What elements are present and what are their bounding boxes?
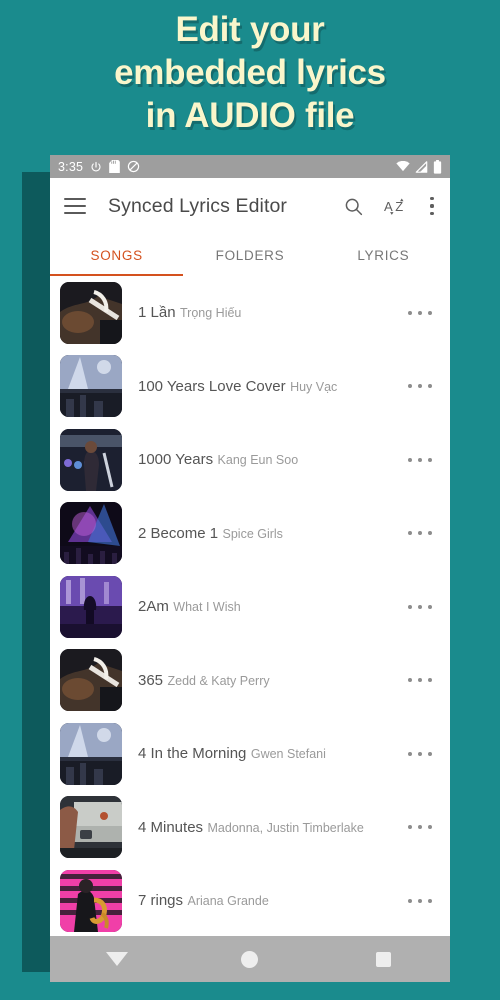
song-artist: Zedd & Katy Perry [167, 673, 270, 688]
album-art-thumbnail [60, 281, 122, 344]
wifi-icon [396, 160, 410, 172]
song-overflow-icon[interactable] [408, 457, 432, 462]
song-overflow-icon[interactable] [408, 604, 432, 609]
song-info: 2Am What I Wish [122, 597, 408, 616]
song-title: 100 Years Love Cover [138, 377, 286, 395]
list-item[interactable]: 4 In the Morning Gwen Stefani [50, 717, 450, 791]
song-overflow-icon[interactable] [408, 531, 432, 536]
song-overflow-icon[interactable] [408, 678, 432, 683]
list-item[interactable]: 2Am What I Wish [50, 570, 450, 644]
headline-line-1: Edit your [175, 10, 325, 49]
list-item[interactable]: 4 Minutes Madonna, Justin Timberlake [50, 791, 450, 865]
tab-songs-label: SONGS [90, 247, 143, 263]
phone-screen: 3:35 Synced Lyrics Editor A Z SONGS FOLD… [50, 155, 450, 982]
recents-button[interactable] [317, 951, 450, 967]
album-art-thumbnail [60, 722, 122, 785]
song-title: 4 In the Morning [138, 745, 247, 763]
list-item[interactable]: 2 Become 1 Spice Girls [50, 497, 450, 571]
song-info: 365 Zedd & Katy Perry [122, 671, 408, 690]
album-art-thumbnail [60, 796, 122, 859]
song-overflow-icon[interactable] [408, 898, 432, 903]
page-title: Synced Lyrics Editor [108, 194, 288, 217]
song-info: 2 Become 1 Spice Girls [122, 524, 408, 543]
recents-square-icon [375, 951, 391, 967]
tab-folders-label: FOLDERS [215, 247, 285, 263]
tab-lyrics-label: LYRICS [357, 247, 410, 263]
song-artist: Ariana Grande [187, 894, 269, 909]
hamburger-menu-icon[interactable] [64, 198, 86, 214]
status-bar-clock: 3:35 [58, 159, 84, 174]
power-icon [90, 161, 102, 173]
song-title: 2 Become 1 [138, 524, 219, 542]
promo-headline: Edit your embedded lyrics in AUDIO file [0, 8, 500, 137]
battery-icon [433, 159, 442, 174]
list-item[interactable]: 7 rings Ariana Grande [50, 864, 450, 938]
back-button[interactable] [50, 952, 183, 966]
song-info: 4 Minutes Madonna, Justin Timberlake [122, 818, 408, 837]
search-icon[interactable] [343, 196, 364, 217]
sd-card-icon [109, 160, 120, 173]
tab-bar: SONGS FOLDERS LYRICS [50, 234, 450, 276]
promo-screenshot: Edit your embedded lyrics in AUDIO file … [0, 0, 500, 1000]
home-circle-icon [241, 950, 259, 968]
song-title: 7 rings [138, 892, 184, 910]
song-list: 1 Lần Trọng Hiếu 100 Years Love Cover Hu… [50, 276, 450, 938]
list-item[interactable]: 1 Lần Trọng Hiếu [50, 276, 450, 350]
song-artist: Huy Vạc [290, 379, 338, 394]
status-bar: 3:35 [50, 155, 450, 178]
svg-text:A: A [384, 199, 393, 214]
song-overflow-icon[interactable] [408, 384, 432, 389]
status-bar-right-icons [396, 159, 442, 174]
list-item[interactable]: 1000 Years Kang Eun Soo [50, 423, 450, 497]
app-bar-actions: A Z [343, 195, 436, 217]
sort-az-icon[interactable]: A Z [384, 195, 410, 217]
headline-line-3: in AUDIO file [145, 96, 355, 135]
song-title: 2Am [138, 598, 169, 616]
song-title: 365 [138, 671, 164, 689]
song-artist: What I Wish [173, 600, 241, 615]
list-item[interactable]: 100 Years Love Cover Huy Vạc [50, 350, 450, 424]
overflow-menu-icon[interactable] [430, 197, 434, 215]
do-not-disturb-icon [127, 160, 140, 173]
svg-text:Z: Z [395, 199, 403, 214]
album-art-thumbnail [60, 575, 122, 638]
song-info: 7 rings Ariana Grande [122, 891, 408, 910]
tab-songs[interactable]: SONGS [50, 234, 184, 276]
song-artist: Spice Girls [222, 526, 283, 541]
song-artist: Madonna, Justin Timberlake [207, 820, 364, 835]
song-title: 4 Minutes [138, 818, 204, 836]
home-button[interactable] [183, 950, 316, 968]
cellular-signal-icon [415, 160, 428, 173]
song-info: 100 Years Love Cover Huy Vạc [122, 377, 408, 396]
song-artist: Gwen Stefani [250, 747, 326, 762]
song-title: 1 Lần [138, 304, 176, 322]
song-artist: Trọng Hiếu [180, 306, 242, 321]
headline-line-2: embedded lyrics [114, 53, 386, 92]
album-art-thumbnail [60, 502, 122, 565]
song-artist: Kang Eun Soo [217, 453, 299, 468]
song-info: 4 In the Morning Gwen Stefani [122, 744, 408, 763]
album-art-thumbnail [60, 428, 122, 491]
album-art-thumbnail [60, 869, 122, 932]
album-art-thumbnail [60, 649, 122, 712]
back-triangle-icon [105, 952, 128, 966]
list-item[interactable]: 365 Zedd & Katy Perry [50, 644, 450, 718]
song-info: 1000 Years Kang Eun Soo [122, 450, 408, 469]
tab-lyrics[interactable]: LYRICS [317, 234, 450, 276]
android-nav-bar [50, 936, 450, 982]
song-overflow-icon[interactable] [408, 751, 432, 756]
album-art-thumbnail [60, 355, 122, 418]
song-info: 1 Lần Trọng Hiếu [122, 303, 408, 322]
tab-folders[interactable]: FOLDERS [183, 234, 316, 276]
song-overflow-icon[interactable] [408, 825, 432, 830]
song-overflow-icon[interactable] [408, 310, 432, 315]
song-title: 1000 Years [138, 451, 214, 469]
app-bar: Synced Lyrics Editor A Z [50, 178, 450, 234]
